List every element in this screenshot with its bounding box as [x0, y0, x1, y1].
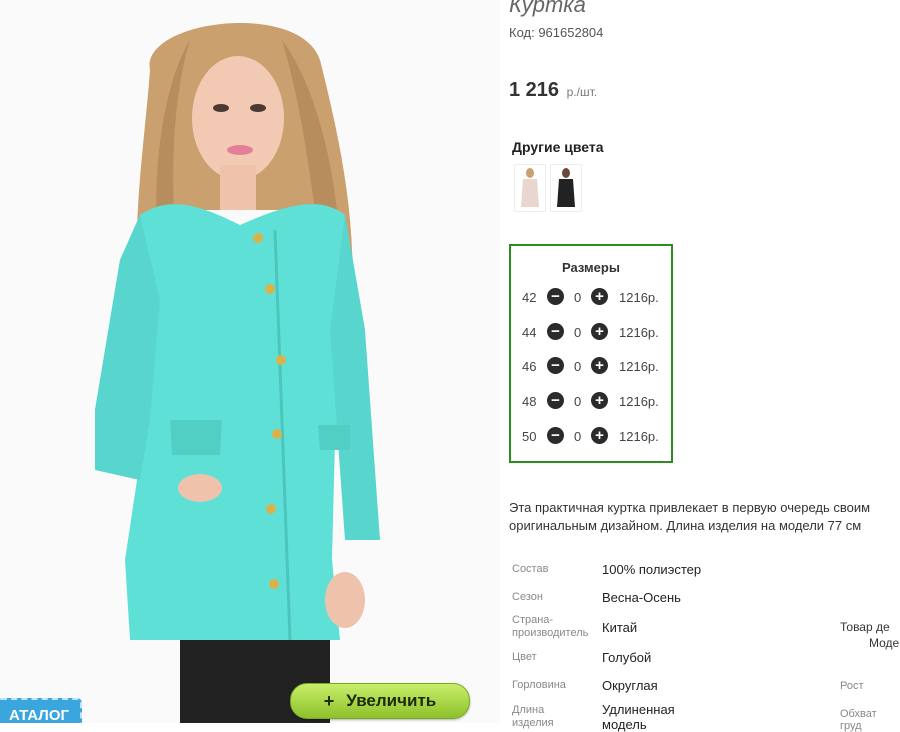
size-row: 46 − 0 + 1216р.	[511, 357, 671, 377]
attr-value: Голубой	[602, 650, 652, 665]
size-price: 1216р.	[619, 429, 659, 444]
attr-label: Длина изделия	[512, 704, 554, 729]
size-label: 50	[522, 429, 537, 444]
quantity-value: 0	[574, 394, 582, 409]
increase-button[interactable]: +	[591, 427, 608, 444]
size-row: 50 − 0 + 1216р.	[511, 427, 671, 447]
attr-value: Округлая	[602, 678, 658, 693]
increase-button[interactable]: +	[591, 323, 608, 340]
size-price: 1216р.	[619, 394, 659, 409]
quantity-value: 0	[574, 359, 582, 374]
product-title: Куртка	[509, 0, 586, 17]
attr-label: Цвет	[512, 651, 537, 663]
attr-label: Страна-производитель	[512, 614, 589, 639]
size-label: 46	[522, 359, 537, 374]
quantity-value: 0	[574, 429, 582, 444]
attr-value: Весна-Осень	[602, 590, 681, 605]
swatch-black-thumb	[557, 168, 575, 207]
increase-button[interactable]: +	[591, 288, 608, 305]
catalog-tab[interactable]: АТАЛОГ	[0, 698, 82, 723]
size-price: 1216р.	[619, 359, 659, 374]
product-price: 1 216 р./шт.	[509, 79, 597, 102]
decrease-button[interactable]: −	[547, 288, 564, 305]
size-row: 44 − 0 + 1216р.	[511, 323, 671, 343]
zoom-button-label: Увеличить	[346, 691, 437, 710]
color-swatch-beige[interactable]	[514, 164, 546, 212]
size-label: 48	[522, 394, 537, 409]
decrease-button[interactable]: −	[547, 357, 564, 374]
product-photo[interactable]: АТАЛОГ + Увеличить	[0, 0, 500, 723]
swatch-beige-thumb	[521, 168, 539, 207]
side-note-line2: Моде	[869, 636, 900, 650]
increase-button[interactable]: +	[591, 357, 608, 374]
size-price: 1216р.	[619, 290, 659, 305]
quantity-value: 0	[574, 325, 582, 340]
price-unit: р./шт.	[566, 85, 598, 99]
plus-icon: +	[323, 690, 335, 711]
attr-value: Китай	[602, 620, 638, 635]
decrease-button[interactable]: −	[547, 392, 564, 409]
decrease-button[interactable]: −	[547, 323, 564, 340]
attr-value: 100% полиэстер	[602, 562, 702, 577]
attr-label: Состав	[512, 563, 549, 575]
sizes-title: Размеры	[562, 260, 620, 275]
zoom-button[interactable]: + Увеличить	[290, 683, 470, 719]
price-value: 1 216	[509, 79, 560, 101]
decrease-button[interactable]: −	[547, 427, 564, 444]
product-description: Эта практичная куртка привлекает в перву…	[509, 500, 871, 533]
model-illustration	[0, 0, 500, 723]
side-label-rost: Рост	[840, 680, 864, 692]
other-colors-label: Другие цвета	[512, 139, 604, 155]
product-code: Код: 961652804	[509, 25, 604, 40]
catalog-tab-label: АТАЛОГ	[8, 706, 69, 724]
increase-button[interactable]: +	[591, 392, 608, 409]
attr-label: Горловина	[512, 679, 566, 691]
size-row: 48 − 0 + 1216р.	[511, 392, 671, 412]
side-label-obhvat: Обхват груд	[840, 708, 877, 732]
size-label: 44	[522, 325, 537, 340]
size-row: 42 − 0 + 1216р.	[511, 288, 671, 308]
quantity-value: 0	[574, 290, 582, 305]
size-label: 42	[522, 290, 537, 305]
attr-label: Сезон	[512, 591, 543, 603]
attr-value: Удлиненная модель	[602, 702, 675, 732]
side-note-line1: Товар де	[840, 620, 890, 634]
size-price: 1216р.	[619, 325, 659, 340]
sizes-panel: Размеры 42 − 0 + 1216р. 44 − 0 + 1216р. …	[509, 244, 673, 463]
color-swatch-black[interactable]	[550, 164, 582, 212]
